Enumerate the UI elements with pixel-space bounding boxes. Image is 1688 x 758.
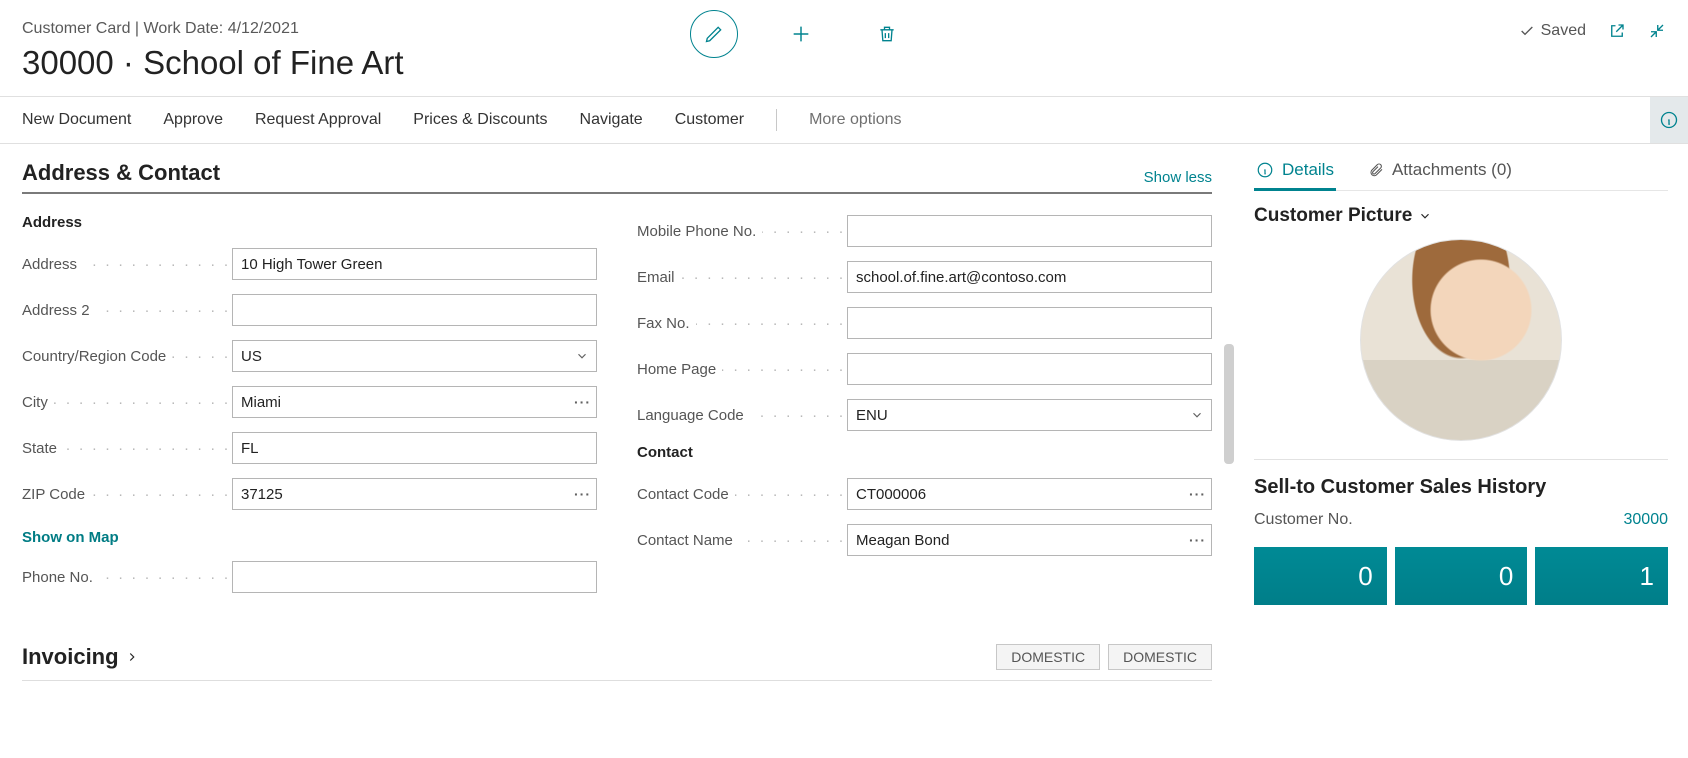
address-field[interactable] — [232, 248, 597, 280]
phone-field[interactable] — [232, 561, 597, 593]
divider — [776, 109, 777, 131]
label-address2: Address 2 — [22, 302, 96, 319]
label-homepage: Home Page — [637, 361, 722, 378]
customer-picture-title: Customer Picture — [1254, 205, 1412, 227]
label-country: Country/Region Code — [22, 348, 172, 365]
email-field[interactable] — [847, 261, 1212, 293]
fasttab-invoicing-title: Invoicing — [22, 644, 119, 670]
trash-icon — [877, 24, 897, 44]
label-language: Language Code — [637, 407, 750, 424]
language-field[interactable] — [847, 399, 1212, 431]
address2-field[interactable] — [232, 294, 597, 326]
plus-icon — [790, 23, 812, 45]
tab-attachments-label: Attachments (0) — [1392, 160, 1512, 180]
tab-details[interactable]: Details — [1254, 154, 1336, 190]
tab-attachments[interactable]: Attachments (0) — [1366, 154, 1514, 190]
country-field[interactable] — [232, 340, 597, 372]
scrollbar[interactable] — [1224, 344, 1234, 464]
city-field[interactable] — [232, 386, 597, 418]
chevron-right-icon — [125, 650, 139, 664]
sales-history-title: Sell-to Customer Sales History — [1254, 476, 1668, 499]
chevron-down-icon[interactable] — [575, 349, 589, 363]
check-icon — [1519, 23, 1535, 39]
cmd-prices-discounts[interactable]: Prices & Discounts — [413, 111, 547, 129]
fax-field[interactable] — [847, 307, 1212, 339]
label-contact-name: Contact Name — [637, 532, 739, 549]
customer-no-value[interactable]: 30000 — [1624, 511, 1669, 529]
label-address: Address — [22, 256, 83, 273]
fasttab-title: Address & Contact — [22, 160, 220, 186]
ellipsis-icon[interactable]: ··· — [1189, 486, 1206, 502]
cue-tile-2[interactable]: 0 — [1395, 547, 1528, 605]
saved-status: Saved — [1519, 22, 1586, 40]
edit-button[interactable] — [690, 10, 738, 58]
delete-button[interactable] — [864, 11, 910, 57]
main-content: Address & Contact Show less Address Addr… — [0, 144, 1234, 742]
mobile-field[interactable] — [847, 215, 1212, 247]
cmd-request-approval[interactable]: Request Approval — [255, 111, 381, 129]
group-address: Address — [22, 214, 597, 231]
saved-label: Saved — [1541, 22, 1586, 40]
invoicing-summary-1: DOMESTIC — [996, 644, 1100, 670]
fasttab-invoicing[interactable]: Invoicing DOMESTIC DOMESTIC — [22, 634, 1212, 681]
label-fax: Fax No. — [637, 315, 696, 332]
customer-picture[interactable] — [1360, 239, 1562, 441]
new-button[interactable] — [778, 11, 824, 57]
cue-tile-3[interactable]: 1 — [1535, 547, 1668, 605]
cue-tile-1[interactable]: 0 — [1254, 547, 1387, 605]
fasttab-address-contact-header[interactable]: Address & Contact Show less — [22, 160, 1212, 194]
label-zip: ZIP Code — [22, 486, 91, 503]
label-phone: Phone No. — [22, 569, 99, 586]
divider — [1254, 459, 1668, 460]
cmd-customer[interactable]: Customer — [675, 111, 744, 129]
label-city: City — [22, 394, 54, 411]
ellipsis-icon[interactable]: ··· — [1189, 532, 1206, 548]
collapse-button[interactable] — [1648, 22, 1666, 40]
invoicing-summary-2: DOMESTIC — [1108, 644, 1212, 670]
ellipsis-icon[interactable]: ··· — [574, 394, 591, 410]
tab-details-label: Details — [1282, 160, 1334, 180]
contact-code-field[interactable] — [847, 478, 1212, 510]
info-icon — [1256, 161, 1274, 179]
customer-no-label: Customer No. — [1254, 511, 1353, 529]
chevron-down-icon[interactable] — [1190, 408, 1204, 422]
show-less-link[interactable]: Show less — [1144, 169, 1212, 186]
label-state: State — [22, 440, 63, 457]
zip-field[interactable] — [232, 478, 597, 510]
info-panel-toggle[interactable] — [1650, 97, 1688, 143]
group-contact: Contact — [637, 444, 1212, 461]
customer-picture-header[interactable]: Customer Picture — [1254, 205, 1668, 227]
contact-name-field[interactable] — [847, 524, 1212, 556]
cmd-approve[interactable]: Approve — [163, 111, 223, 129]
paperclip-icon — [1368, 161, 1384, 179]
label-mobile: Mobile Phone No. — [637, 223, 762, 240]
label-contact-code: Contact Code — [637, 486, 735, 503]
chevron-down-icon — [1418, 209, 1432, 223]
label-email: Email — [637, 269, 681, 286]
cmd-navigate[interactable]: Navigate — [580, 111, 643, 129]
state-field[interactable] — [232, 432, 597, 464]
factbox-pane: Details Attachments (0) Customer Picture… — [1234, 144, 1688, 742]
info-icon — [1659, 110, 1679, 130]
ellipsis-icon[interactable]: ··· — [574, 486, 591, 502]
pencil-icon — [704, 24, 724, 44]
command-bar: New Document Approve Request Approval Pr… — [0, 96, 1688, 144]
cmd-more-options[interactable]: More options — [809, 111, 902, 129]
pop-out-button[interactable] — [1608, 22, 1626, 40]
show-on-map-link[interactable]: Show on Map — [22, 529, 119, 546]
cmd-new-document[interactable]: New Document — [22, 111, 131, 129]
homepage-field[interactable] — [847, 353, 1212, 385]
